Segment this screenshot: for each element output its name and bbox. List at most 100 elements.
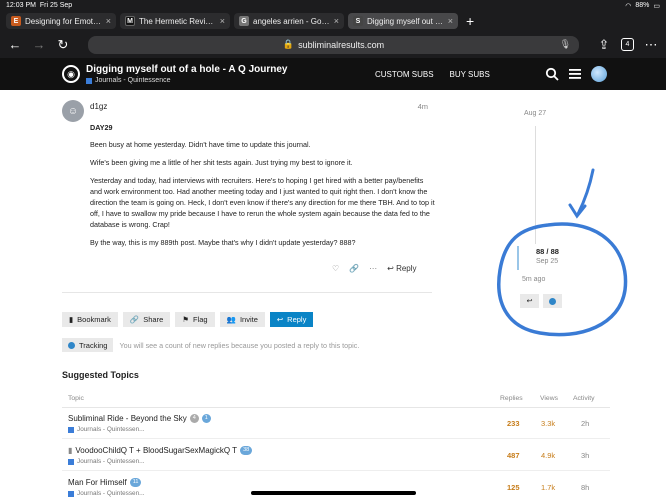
- timeline-tracking-button[interactable]: [543, 294, 562, 308]
- reply-button[interactable]: ↩ Reply: [269, 312, 314, 327]
- timeline-date: Sep 25: [536, 258, 559, 265]
- topic-footer-buttons: ▮ Bookmark 🔗 Share ⚑ Flag 👥 Invite ↩ Reply: [62, 312, 314, 327]
- post-actions: ♡ 🔗 ⋯ ↩ Reply: [332, 264, 417, 273]
- menu-dots-icon[interactable]: ⋯: [644, 37, 658, 52]
- tracking-dot-icon: [68, 341, 75, 349]
- timeline-reply-button[interactable]: ↩: [520, 294, 539, 308]
- divider: [62, 292, 432, 293]
- reload-icon[interactable]: ↻: [56, 37, 70, 52]
- tab-favicon-icon: S: [353, 16, 363, 26]
- share-link-icon: 🔗: [129, 315, 140, 324]
- browser-tab-active[interactable]: S Digging myself out of a h ×: [348, 13, 458, 29]
- post-heading: DAY29: [90, 123, 113, 132]
- more-icon[interactable]: ⋯: [369, 264, 377, 273]
- topic-views: 1.7k: [541, 483, 556, 492]
- status-time: 12:03 PM: [6, 2, 36, 9]
- post-paragraph: Yesterday and today, had interviews with…: [90, 176, 435, 229]
- tracking-button[interactable]: Tracking: [62, 338, 114, 352]
- post-paragraph: By the way, this is my 889th post. Maybe…: [90, 238, 356, 247]
- battery-percent: 88%: [635, 2, 650, 9]
- invite-icon: 👥: [226, 315, 236, 324]
- nav-buy-subs[interactable]: BUY SUBS: [450, 70, 490, 79]
- column-replies: Replies: [500, 395, 523, 402]
- annotation-arrow: [576, 168, 595, 216]
- column-topic: Topic: [68, 395, 84, 402]
- table-row[interactable]: ▮ VoodooChildQ T + BloodSugarSexMagickQ T…: [62, 441, 610, 471]
- topic-link[interactable]: Subliminal Ride - Beyond the Sky: [68, 414, 187, 423]
- tab-count-button[interactable]: 4: [621, 38, 634, 51]
- close-tab-icon[interactable]: ×: [220, 16, 225, 26]
- home-indicator[interactable]: [251, 491, 416, 495]
- browser-tab[interactable]: E Designing for Emotional ×: [6, 13, 116, 29]
- wifi-icon: ◠: [625, 2, 632, 10]
- tracking-dot-icon: [549, 297, 556, 305]
- share-button[interactable]: 🔗 Share: [122, 312, 171, 327]
- topic-activity[interactable]: 8h: [581, 483, 589, 492]
- flag-button[interactable]: ⚑ Flag: [175, 312, 215, 327]
- user-avatar[interactable]: [591, 66, 607, 82]
- topic-title[interactable]: Digging myself out of a hole - A Q Journ…: [86, 64, 288, 75]
- post-username[interactable]: d1gz: [90, 102, 107, 111]
- topic-category[interactable]: Journals - Quintessen...: [77, 490, 145, 497]
- pin-icon: ▮: [68, 446, 73, 455]
- column-activity[interactable]: Activity: [573, 395, 595, 402]
- like-icon[interactable]: ♡: [332, 264, 339, 273]
- topic-link[interactable]: VoodooChildQ T + BloodSugarSexMagickQ T: [75, 446, 237, 455]
- timeline-handle[interactable]: [517, 246, 519, 270]
- topic-activity[interactable]: 2h: [581, 419, 589, 428]
- reply-icon: ↩: [526, 298, 533, 305]
- bookmark-icon: ▮: [69, 315, 74, 324]
- tracking-description: You will see a count of new replies beca…: [119, 340, 360, 350]
- topic-category[interactable]: Journals - Quintessen...: [77, 458, 145, 465]
- post-paragraph: Been busy at home yesterday. Didn't have…: [90, 140, 311, 149]
- share-icon[interactable]: ⇪: [597, 37, 611, 52]
- user-avatar-image[interactable]: ☺: [62, 100, 84, 122]
- post-reply-label: Reply: [396, 264, 417, 273]
- hamburger-menu-icon[interactable]: [568, 67, 582, 81]
- tracking-label: Tracking: [79, 340, 108, 350]
- timeline-track: [535, 126, 536, 244]
- topic-category[interactable]: Journals - Quintessen...: [77, 426, 145, 433]
- post-time[interactable]: 4m: [418, 102, 428, 111]
- back-icon[interactable]: ←: [8, 37, 22, 52]
- new-tab-icon[interactable]: +: [466, 13, 474, 29]
- table-row[interactable]: Subliminal Ride - Beyond the Sky 4 1 Journ…: [62, 409, 610, 439]
- timeline-start-date[interactable]: Aug 27: [524, 110, 546, 117]
- forward-icon[interactable]: →: [32, 37, 46, 52]
- microphone-icon[interactable]: 🎙: [560, 39, 571, 50]
- post-reply-button[interactable]: ↩ Reply: [387, 264, 416, 273]
- category-color-icon: [86, 77, 92, 84]
- timeline-ago[interactable]: 5m ago: [522, 276, 545, 283]
- close-tab-icon[interactable]: ×: [334, 16, 339, 26]
- topic-link[interactable]: Man For Himself: [68, 478, 127, 487]
- address-bar[interactable]: 🔒 subliminalresults.com 🎙: [88, 35, 579, 54]
- topic-badge[interactable]: 4: [189, 414, 199, 423]
- close-tab-icon[interactable]: ×: [448, 16, 453, 26]
- nav-custom-subs[interactable]: CUSTOM SUBS: [375, 70, 434, 79]
- status-bar: 12:03 PM Fri 25 Sep ◠ 88% ▭: [0, 0, 666, 11]
- battery-icon: ▭: [653, 2, 660, 10]
- search-icon[interactable]: [545, 67, 559, 81]
- tab-favicon-icon: G: [239, 16, 249, 26]
- timeline-position: 88 / 88: [536, 247, 559, 256]
- category-label: Journals - Quintessence: [95, 77, 171, 84]
- topic-category[interactable]: Journals - Quintessence: [86, 77, 288, 84]
- topic-views: 4.9k: [541, 451, 556, 460]
- close-tab-icon[interactable]: ×: [106, 16, 111, 26]
- status-date: Fri 25 Sep: [39, 2, 73, 9]
- site-logo-icon[interactable]: ◉: [62, 65, 80, 83]
- browser-tab[interactable]: G angeles arrien - Google ×: [234, 13, 344, 29]
- topic-badge[interactable]: 1: [201, 414, 211, 423]
- suggested-topics-title: Suggested Topics: [62, 370, 139, 380]
- share-label: Share: [143, 315, 164, 324]
- invite-button[interactable]: 👥 Invite: [219, 312, 265, 327]
- bookmark-button[interactable]: ▮ Bookmark: [62, 312, 118, 327]
- topic-badge[interactable]: 11: [129, 478, 142, 487]
- topic-badge[interactable]: 38: [240, 446, 253, 455]
- topic-activity[interactable]: 3h: [581, 451, 589, 460]
- tab-favicon-icon: M: [125, 16, 135, 26]
- browser-tab[interactable]: M The Hermetic Revival: 7 ×: [120, 13, 230, 29]
- site-header: ◉ Digging myself out of a hole - A Q Jou…: [0, 58, 666, 90]
- link-icon[interactable]: 🔗: [349, 264, 359, 273]
- table-row[interactable]: Man For Himself 11 Journals - Quintessen.…: [62, 473, 610, 500]
